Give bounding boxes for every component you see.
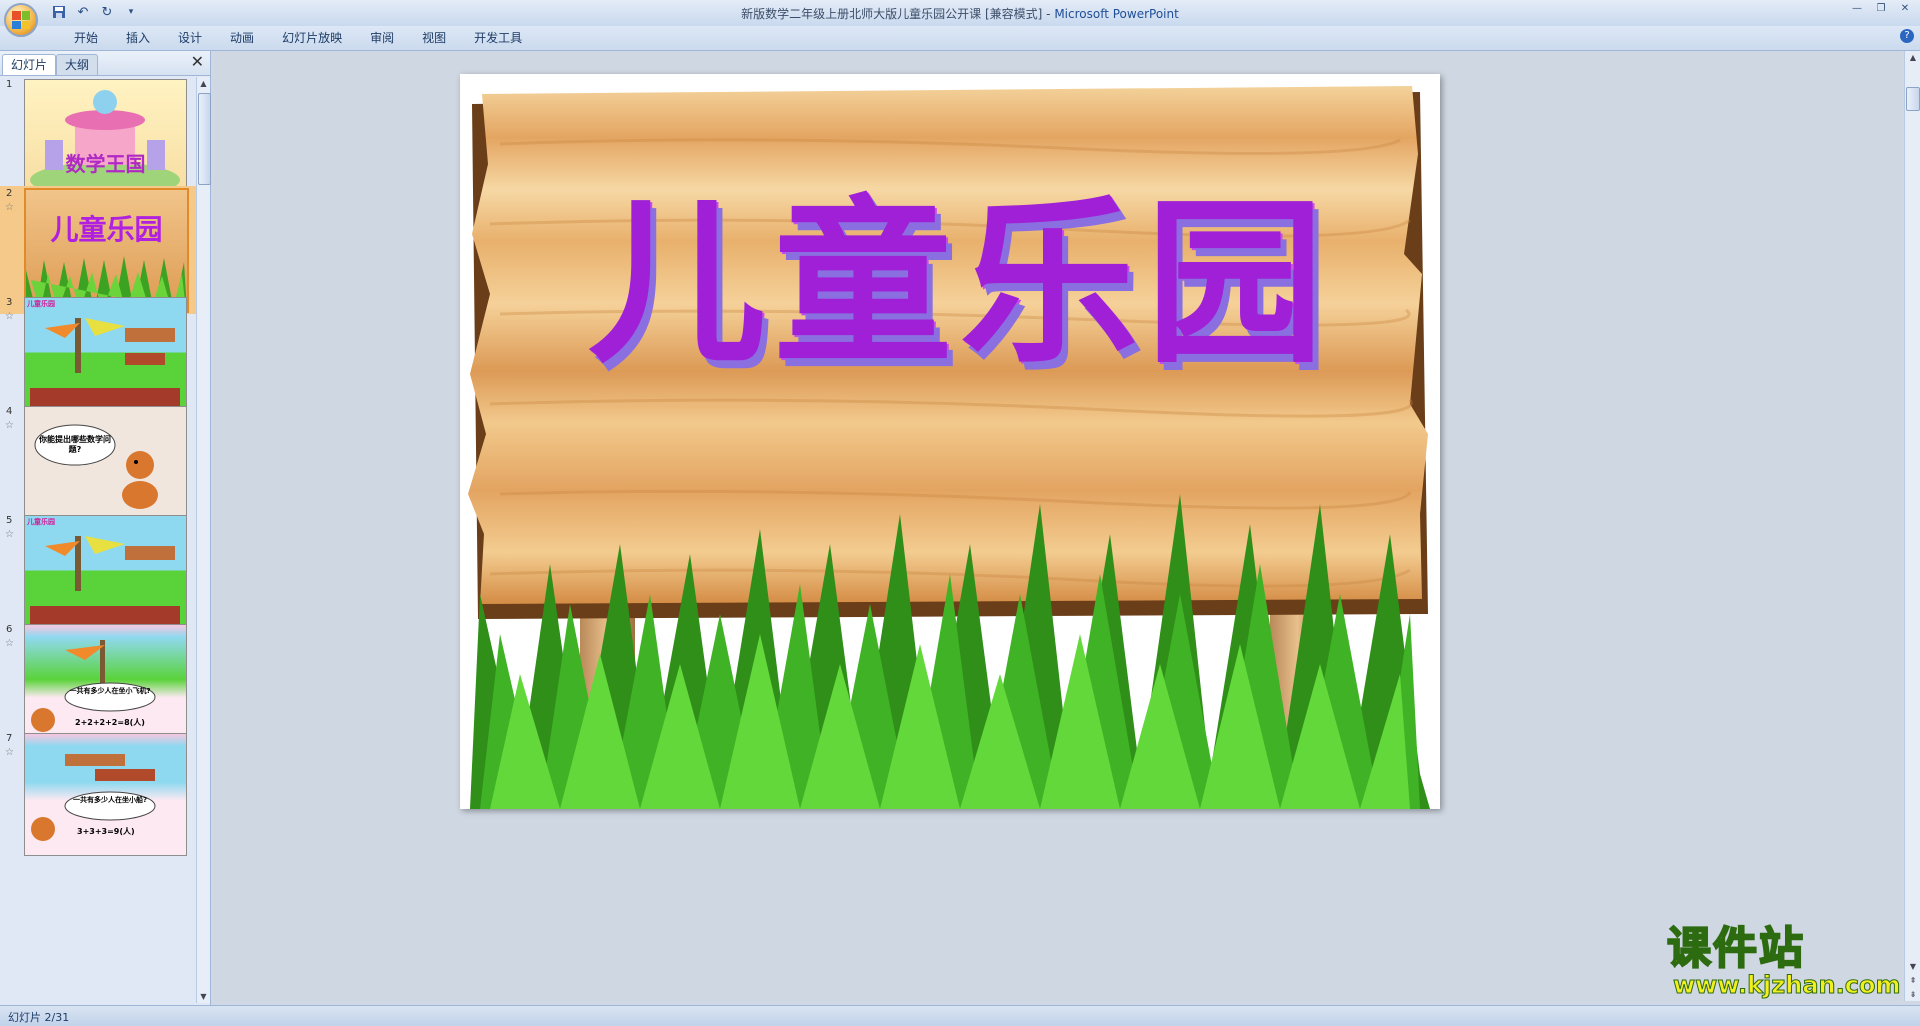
slides-pane: 幻灯片 大纲 ✕ 1 数学王国 2 ☆ 儿童乐园 3 ☆ 儿童乐园 4 ☆ 你能… — [0, 51, 211, 1005]
minimize-icon[interactable]: — — [1846, 2, 1868, 16]
slide-thumbnail-list: 1 数学王国 2 ☆ 儿童乐园 3 ☆ 儿童乐园 4 ☆ 你能提出哪些数学问题?… — [0, 77, 196, 1003]
thumbnail-image: 你能提出哪些数学问题? — [24, 406, 187, 529]
scroll-down-icon[interactable]: ▼ — [1905, 960, 1920, 973]
tab-developer[interactable]: 开发工具 — [460, 30, 536, 46]
app-name: Microsoft PowerPoint — [1054, 7, 1179, 21]
pane-tabs: 幻灯片 大纲 ✕ — [0, 51, 210, 76]
animation-star-icon: ☆ — [5, 311, 14, 322]
thumbnail-image: 儿童乐园 — [24, 297, 187, 420]
slide-editing-area: 儿童乐园 — [214, 51, 1902, 1001]
office-logo-icon — [12, 11, 30, 29]
scroll-down-icon[interactable]: ▼ — [197, 990, 210, 1003]
thumbnail-caption: 数学王国 — [65, 152, 146, 176]
close-icon[interactable]: ✕ — [1894, 2, 1916, 16]
ribbon-tabs: 开始 插入 设计 动画 幻灯片放映 审阅 视图 开发工具 ? — [0, 26, 1920, 51]
scrollbar-thumb[interactable] — [1906, 87, 1920, 111]
animation-star-icon: ☆ — [5, 420, 14, 431]
slide-scrollbar[interactable]: ▲ ▼ ⇞ ⇟ — [1904, 51, 1920, 1001]
slide-number: 6 — [6, 624, 13, 635]
next-slide-icon[interactable]: ⇟ — [1905, 988, 1920, 1001]
animation-star-icon: ☆ — [5, 529, 14, 540]
thumbnail-image: 一共有多少人在坐小船? 3+3+3=9(人) — [24, 733, 187, 856]
slide-number: 1 — [6, 79, 13, 90]
help-icon[interactable]: ? — [1900, 29, 1914, 43]
thumbnail-caption: 儿童乐园 — [50, 213, 163, 246]
watermark-logo: 课件站 www.kjzhan.com — [1666, 923, 1907, 1001]
thumbnail-scrollbar[interactable]: ▲ ▼ — [196, 77, 211, 1003]
tab-review[interactable]: 审阅 — [356, 30, 408, 46]
thumbnail-image: 一共有多少人在坐小飞机? 2+2+2+2=8(人) — [24, 624, 187, 747]
office-button[interactable] — [4, 3, 38, 37]
thumbnail-equation: 2+2+2+2=8(人) — [75, 718, 145, 727]
scroll-up-icon[interactable]: ▲ — [1905, 51, 1920, 64]
watermark-url: www.kjzhan.com — [1672, 971, 1901, 1000]
slide-indicator: 幻灯片 2/31 — [8, 1011, 70, 1024]
window-title: 新版数学二年级上册北师大版儿童乐园公开课 [兼容模式] - Microsoft … — [0, 5, 1920, 22]
title-separator: - — [1042, 7, 1055, 21]
thumbnail-image: 儿童乐园 — [24, 515, 187, 638]
slide-number: 2 — [6, 188, 13, 199]
animation-star-icon: ☆ — [5, 202, 14, 213]
tab-home[interactable]: 开始 — [60, 30, 112, 46]
title-bar: ↶ ↻ ▾ 新版数学二年级上册北师大版儿童乐园公开课 [兼容模式] - Micr… — [0, 0, 1920, 37]
tab-design[interactable]: 设计 — [164, 30, 216, 46]
thumbnail-caption: 一共有多少人在坐小船? — [72, 796, 148, 804]
slide-number: 5 — [6, 515, 13, 526]
previous-slide-icon[interactable]: ⇞ — [1905, 974, 1920, 987]
slide-number: 3 — [6, 297, 13, 308]
tab-insert[interactable]: 插入 — [112, 30, 164, 46]
animation-star-icon: ☆ — [5, 747, 14, 758]
window-controls: — ❐ ✕ — [1846, 2, 1916, 16]
restore-icon[interactable]: ❐ — [1870, 2, 1892, 16]
tab-animations[interactable]: 动画 — [216, 30, 268, 46]
wood-sign-board — [468, 86, 1428, 604]
animation-star-icon: ☆ — [5, 638, 14, 649]
thumbnail-caption: 一共有多少人在坐小飞机? — [69, 687, 151, 695]
tab-slides[interactable]: 幻灯片 — [2, 54, 57, 75]
current-slide[interactable]: 儿童乐园 — [460, 74, 1440, 809]
close-pane-icon[interactable]: ✕ — [191, 54, 204, 70]
scroll-up-icon[interactable]: ▲ — [197, 77, 210, 90]
thumbnail-equation: 3+3+3=9(人) — [77, 827, 135, 836]
slide-artwork — [468, 86, 1430, 809]
tab-view[interactable]: 视图 — [408, 30, 460, 46]
tab-outline[interactable]: 大纲 — [56, 54, 99, 75]
thumbnail-caption: 儿童乐园 — [27, 300, 55, 308]
status-bar: 幻灯片 2/31 — [0, 1005, 1920, 1026]
thumbnail-caption: 儿童乐园 — [27, 518, 55, 526]
thumbnail-caption: 你能提出哪些数学问题? — [39, 435, 111, 454]
slide-number: 7 — [6, 733, 13, 744]
scrollbar-thumb[interactable] — [198, 93, 211, 185]
watermark-title: 课件站 — [1666, 923, 1805, 974]
slide-number: 4 — [6, 406, 13, 417]
document-title: 新版数学二年级上册北师大版儿童乐园公开课 [兼容模式] — [741, 7, 1043, 21]
slide-thumbnail-7[interactable]: 7 ☆ 一共有多少人在坐小船? 3+3+3=9(人) — [0, 731, 196, 859]
tab-slideshow[interactable]: 幻灯片放映 — [268, 30, 356, 46]
thumbnail-image: 数学王国 — [24, 79, 187, 202]
